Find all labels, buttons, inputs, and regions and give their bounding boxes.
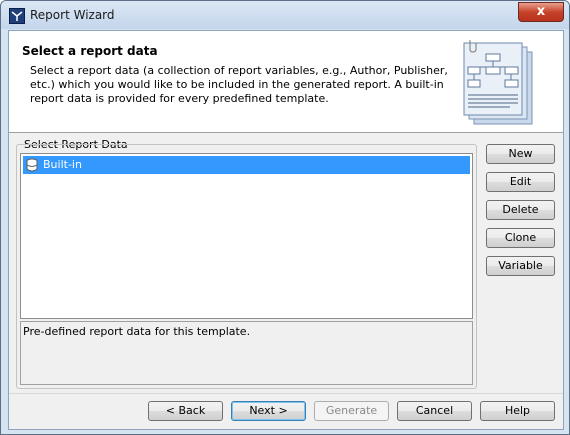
title-bar[interactable]: Report Wizard x [1, 1, 569, 29]
database-icon [26, 158, 38, 172]
delete-button[interactable]: Delete [486, 200, 555, 220]
report-document-icon [463, 40, 533, 125]
list-item-built-in[interactable]: Built-in [23, 156, 470, 174]
app-icon [9, 8, 25, 24]
back-button[interactable]: < Back [148, 401, 223, 421]
close-button[interactable]: x [518, 2, 564, 22]
page-title: Select a report data [22, 44, 158, 58]
variable-button[interactable]: Variable [486, 256, 555, 276]
generate-button: Generate [314, 401, 389, 421]
cancel-button[interactable]: Cancel [397, 401, 472, 421]
report-wizard-window: Report Wizard x Select a report data Sel… [0, 0, 570, 435]
clone-button[interactable]: Clone [486, 228, 555, 248]
description-text: Pre-defined report data for this templat… [23, 325, 251, 338]
new-button[interactable]: New [486, 144, 555, 164]
footer-separator [9, 393, 563, 394]
help-button[interactable]: Help [480, 401, 555, 421]
next-button[interactable]: Next > [231, 401, 306, 421]
edit-button[interactable]: Edit [486, 172, 555, 192]
list-item-label: Built-in [43, 158, 82, 171]
report-data-description: Pre-defined report data for this templat… [20, 321, 473, 385]
page-description: Select a report data (a collection of re… [30, 64, 448, 105]
wizard-content: Select a report data Select a report dat… [8, 30, 564, 430]
report-data-list[interactable]: Built-in [20, 153, 473, 319]
window-title: Report Wizard [30, 8, 115, 22]
wizard-header: Select a report data Select a report dat… [9, 31, 563, 133]
